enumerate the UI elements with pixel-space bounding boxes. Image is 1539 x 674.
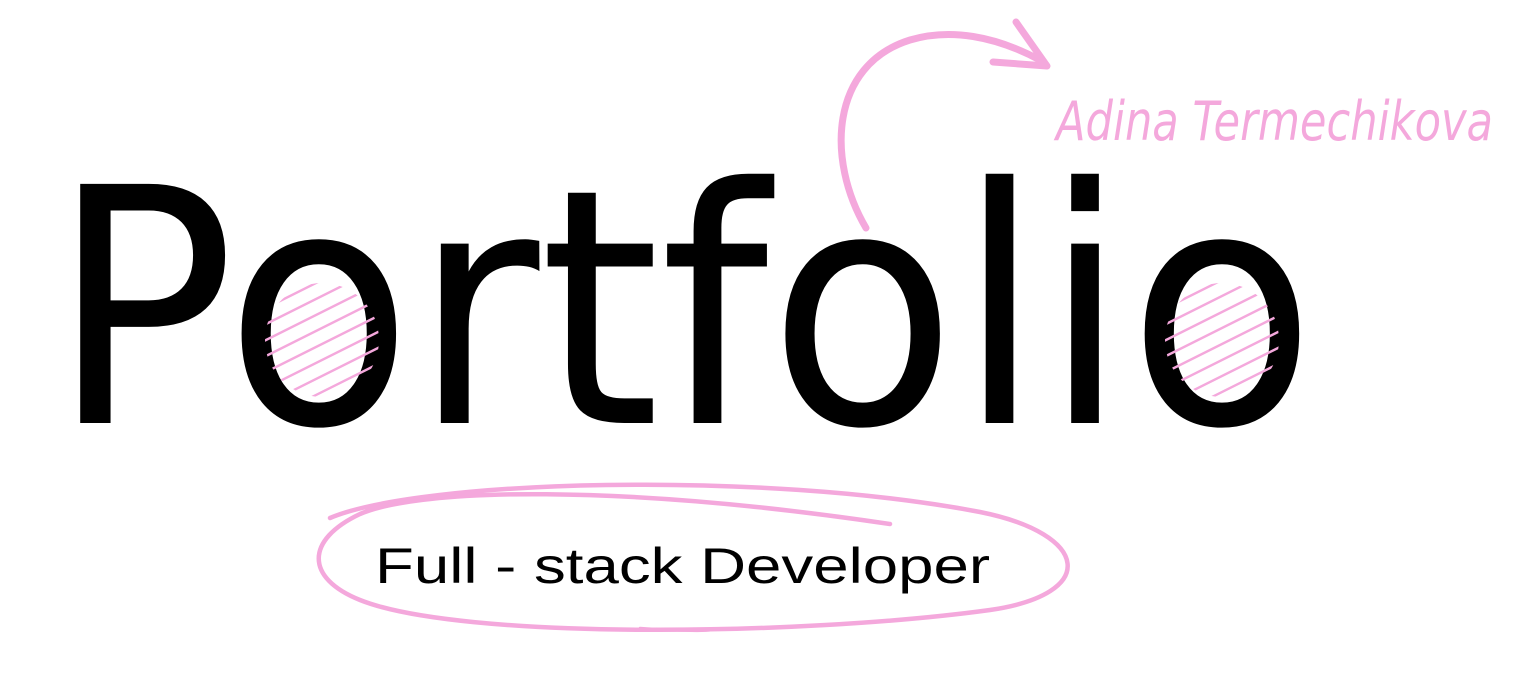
portfolio-title: Portfolio — [50, 120, 1316, 501]
subtitle: Full - stack Developer — [375, 538, 990, 594]
portfolio-cover: Portfolio Adina Termechikova Full - stac… — [50, 18, 1493, 633]
author-name: Adina Termechikova — [1054, 90, 1493, 153]
